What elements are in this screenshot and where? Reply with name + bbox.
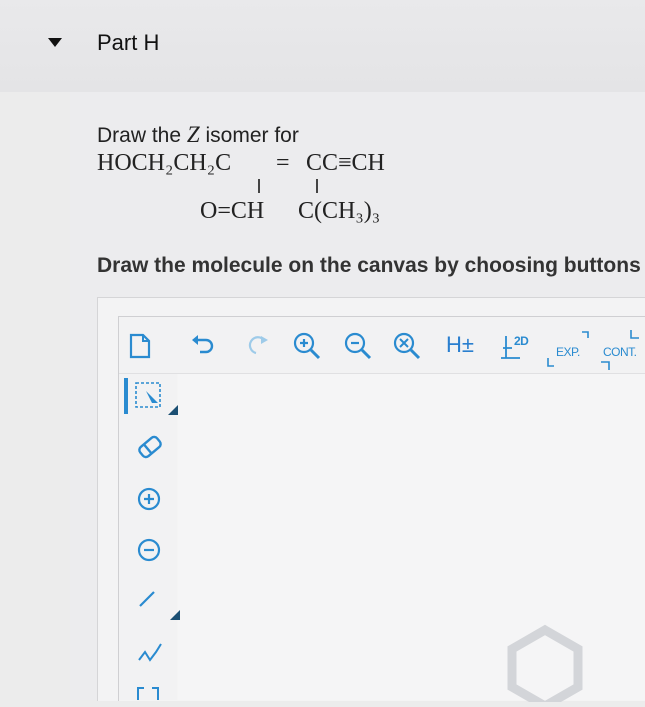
negative-charge-icon[interactable] xyxy=(136,537,162,563)
zoom-reset-icon[interactable] xyxy=(392,331,424,361)
part-header[interactable]: Part H xyxy=(0,0,645,92)
prompt-isomer-var: Z xyxy=(186,122,200,147)
question-prompt: Draw the Z isomer for xyxy=(97,122,299,148)
selected-tool-indicator xyxy=(124,378,128,414)
new-document-icon[interactable] xyxy=(129,333,151,359)
formula-line1-left: HOCH₂CH₂C xyxy=(97,150,232,176)
single-bond-icon[interactable] xyxy=(136,586,180,620)
eraser-icon[interactable] xyxy=(135,432,165,462)
clean-2d-label[interactable]: 2D xyxy=(514,334,529,348)
expand-label[interactable]: EXP. xyxy=(556,345,580,359)
zoom-out-icon[interactable] xyxy=(343,331,373,361)
template-bracket-icon[interactable] xyxy=(136,684,162,700)
contract-label[interactable]: CONT. xyxy=(603,345,637,359)
formula-line1-right: CC≡CH xyxy=(306,150,385,176)
redo-icon[interactable] xyxy=(244,334,270,356)
zoom-in-icon[interactable] xyxy=(292,331,322,361)
bond-line xyxy=(258,179,260,193)
benzene-template-icon xyxy=(500,622,590,707)
formula-line2-right: C(CH₃)₃ xyxy=(298,198,381,224)
formula-line2-left: O=CH xyxy=(200,198,265,224)
prompt-prefix: Draw the xyxy=(97,124,187,147)
part-title: Part H xyxy=(97,30,160,55)
prompt-suffix: isomer for xyxy=(199,124,299,147)
hydrogen-toggle-button[interactable]: H± xyxy=(446,332,474,358)
instructions-text: Draw the molecule on the canvas by choos… xyxy=(97,254,645,277)
bond-line xyxy=(316,179,318,193)
undo-icon[interactable] xyxy=(190,334,216,356)
positive-charge-icon[interactable] xyxy=(136,486,162,512)
collapse-caret-icon[interactable] xyxy=(48,38,62,47)
chain-tool-icon[interactable] xyxy=(136,640,166,664)
formula-line1-eq: = xyxy=(276,150,290,176)
selection-tool-icon[interactable] xyxy=(134,381,178,415)
